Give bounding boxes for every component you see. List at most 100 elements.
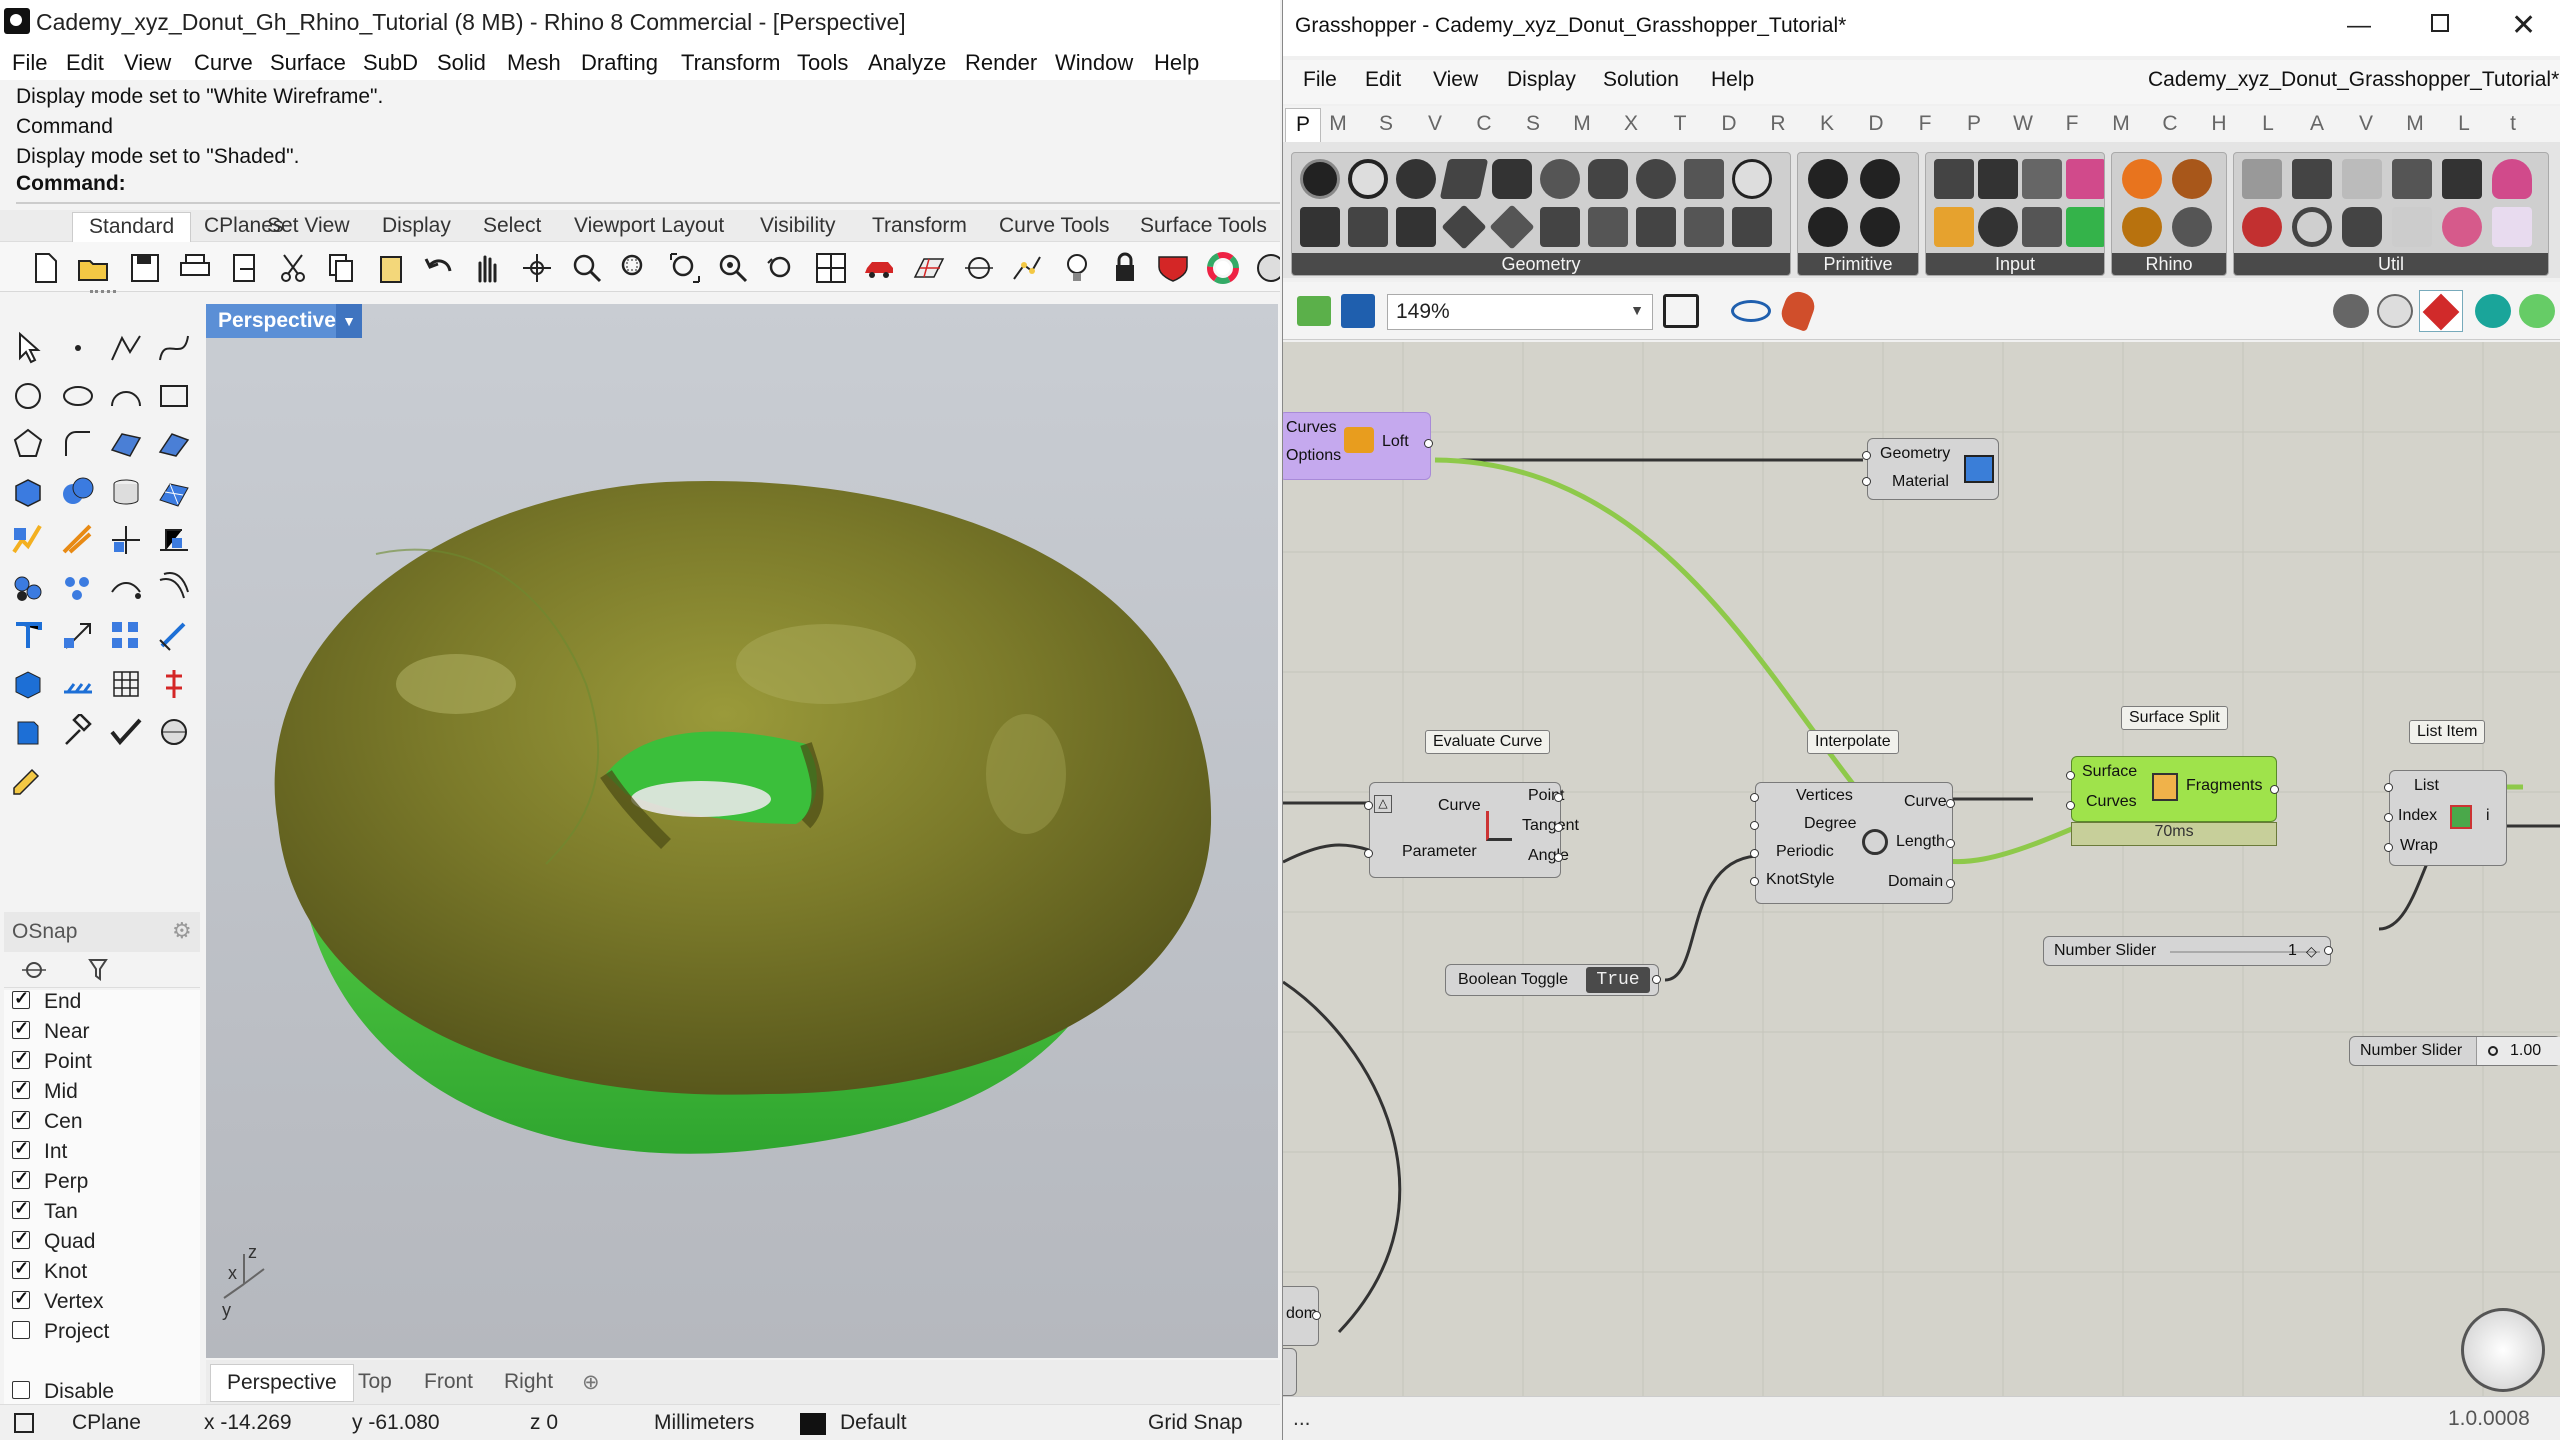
cylinder-icon[interactable]	[108, 474, 144, 510]
menu-drafting[interactable]: Drafting	[581, 50, 658, 76]
gh-menu-display[interactable]: Display	[1507, 68, 1576, 92]
menu-edit[interactable]: Edit	[66, 50, 104, 76]
interpolate-node[interactable]: Vertices Degree Periodic KnotStyle Curve…	[1750, 782, 1955, 904]
group-param-icon[interactable]	[1684, 159, 1724, 199]
value-list-icon[interactable]	[2022, 207, 2062, 247]
gh-menu-solution[interactable]: Solution	[1603, 68, 1679, 92]
port-dot[interactable]	[1364, 849, 1373, 858]
zoom-extents-icon[interactable]	[668, 251, 702, 285]
category-tab[interactable]: X	[1620, 112, 1642, 136]
maximize-icon[interactable]	[2431, 14, 2449, 32]
text-param-icon[interactable]	[1732, 159, 1772, 199]
navigation-compass-icon[interactable]	[2461, 1308, 2545, 1392]
evaluate-curve-node[interactable]: △ Curve Parameter Point Tangent Angle	[1364, 782, 1579, 878]
category-tab[interactable]: M	[2110, 112, 2132, 136]
ribbon-group-label[interactable]: Primitive	[1798, 253, 1918, 275]
menu-render[interactable]: Render	[965, 50, 1037, 76]
tab-display[interactable]: Display	[382, 214, 451, 238]
expression-fx-icon[interactable]	[2492, 207, 2532, 247]
command-prompt[interactable]: Command:	[16, 172, 126, 196]
osnap-near[interactable]: Near	[12, 1018, 90, 1048]
transform-param-icon[interactable]	[1684, 207, 1724, 247]
port-dot[interactable]	[2384, 783, 2393, 792]
category-tab[interactable]: F	[2061, 112, 2083, 136]
menu-analyze[interactable]: Analyze	[868, 50, 946, 76]
category-tab[interactable]: D	[1718, 112, 1740, 136]
preview-shaded-icon[interactable]	[2377, 294, 2413, 328]
undo-view-icon[interactable]	[764, 251, 798, 285]
port-dot[interactable]	[2384, 813, 2393, 822]
category-tab[interactable]: V	[1424, 112, 1446, 136]
line-param-icon[interactable]	[1300, 207, 1340, 247]
boolean-union-icon[interactable]	[60, 474, 96, 510]
port-dot[interactable]	[1364, 801, 1373, 810]
flask-icon[interactable]	[2492, 159, 2532, 199]
osnap-cen[interactable]: Cen	[12, 1108, 83, 1138]
point-param-icon[interactable]	[1396, 207, 1436, 247]
edit-icon[interactable]	[10, 762, 46, 798]
tab-front[interactable]: Front	[424, 1370, 473, 1394]
checkbox[interactable]	[12, 1108, 30, 1130]
donut-model[interactable]: x y z	[206, 304, 1278, 1358]
menu-mesh[interactable]: Mesh	[507, 50, 561, 76]
loft-input-curves[interactable]: Curves	[1286, 419, 1337, 437]
split-icon[interactable]	[60, 522, 96, 558]
checkbox[interactable]	[12, 1228, 30, 1250]
category-tab[interactable]: M	[2404, 112, 2426, 136]
tab-viewport-layout[interactable]: Viewport Layout	[574, 214, 724, 238]
port-dot[interactable]	[1750, 821, 1759, 830]
arrow-icon[interactable]	[2392, 159, 2432, 199]
osnap-perp[interactable]: Perp	[12, 1168, 88, 1198]
cherry-icon[interactable]	[2242, 207, 2282, 247]
tab-transform[interactable]: Transform	[872, 214, 967, 238]
menu-subd[interactable]: SubD	[363, 50, 418, 76]
join-icon[interactable]	[156, 522, 192, 558]
osnap-project[interactable]: Project	[12, 1320, 109, 1348]
copy-icon[interactable]	[324, 251, 358, 285]
zoom-extents-icon[interactable]	[1663, 294, 1699, 328]
undo-icon[interactable]	[422, 251, 456, 285]
tab-standard[interactable]: Standard	[72, 212, 192, 242]
category-tab[interactable]: C	[1473, 112, 1495, 136]
toolbar-grip[interactable]	[90, 290, 116, 294]
category-tab[interactable]: K	[1816, 112, 1838, 136]
tab-perspective[interactable]: Perspective	[210, 1364, 354, 1402]
checkbox[interactable]	[12, 1288, 30, 1310]
checkbox[interactable]	[12, 1258, 30, 1280]
explode-icon[interactable]	[10, 522, 46, 558]
minimize-icon[interactable]: —	[2347, 12, 2371, 40]
print-icon[interactable]	[178, 251, 212, 285]
port-dot[interactable]	[1862, 477, 1871, 486]
category-tab[interactable]: S	[1522, 112, 1544, 136]
osnap-point[interactable]: Point	[12, 1048, 92, 1078]
material-icon[interactable]	[1156, 251, 1190, 285]
tab-right[interactable]: Right	[504, 1370, 553, 1394]
number-slider-second[interactable]: Number Slider 1.00	[2349, 1036, 2560, 1066]
preview-selected-toggle[interactable]	[2419, 290, 2463, 332]
ribbon-group-label[interactable]: Input	[1926, 253, 2104, 275]
port-dot[interactable]	[1946, 879, 1955, 888]
subd-param-icon[interactable]	[1588, 207, 1628, 247]
port-dot[interactable]	[2324, 946, 2333, 955]
number-param-icon[interactable]	[1808, 207, 1848, 247]
interp-input-knotstyle[interactable]: KnotStyle	[1766, 871, 1834, 889]
import-icon[interactable]	[228, 251, 262, 285]
preview-mesh-icon[interactable]	[2519, 294, 2555, 328]
osnap-knot[interactable]: Knot	[12, 1258, 87, 1288]
location-param-icon[interactable]	[1732, 207, 1772, 247]
checkbox[interactable]	[12, 1321, 30, 1340]
cplane-icon[interactable]	[14, 1413, 34, 1433]
category-tab[interactable]: P	[1963, 112, 1985, 136]
four-viewports-icon[interactable]	[814, 251, 848, 285]
port-dot[interactable]	[1554, 823, 1563, 832]
menu-transform[interactable]: Transform	[681, 50, 780, 76]
menu-window[interactable]: Window	[1055, 50, 1133, 76]
category-tab[interactable]: L	[2453, 112, 2475, 136]
preview-wireframe-icon[interactable]	[2333, 294, 2369, 328]
button-input-icon[interactable]	[1978, 159, 2018, 199]
category-tab[interactable]: A	[2306, 112, 2328, 136]
extrude-surface-icon[interactable]	[156, 426, 192, 462]
arc-param-icon[interactable]	[1396, 159, 1436, 199]
category-tab[interactable]: R	[1767, 112, 1789, 136]
string-param-icon[interactable]	[1860, 207, 1900, 247]
